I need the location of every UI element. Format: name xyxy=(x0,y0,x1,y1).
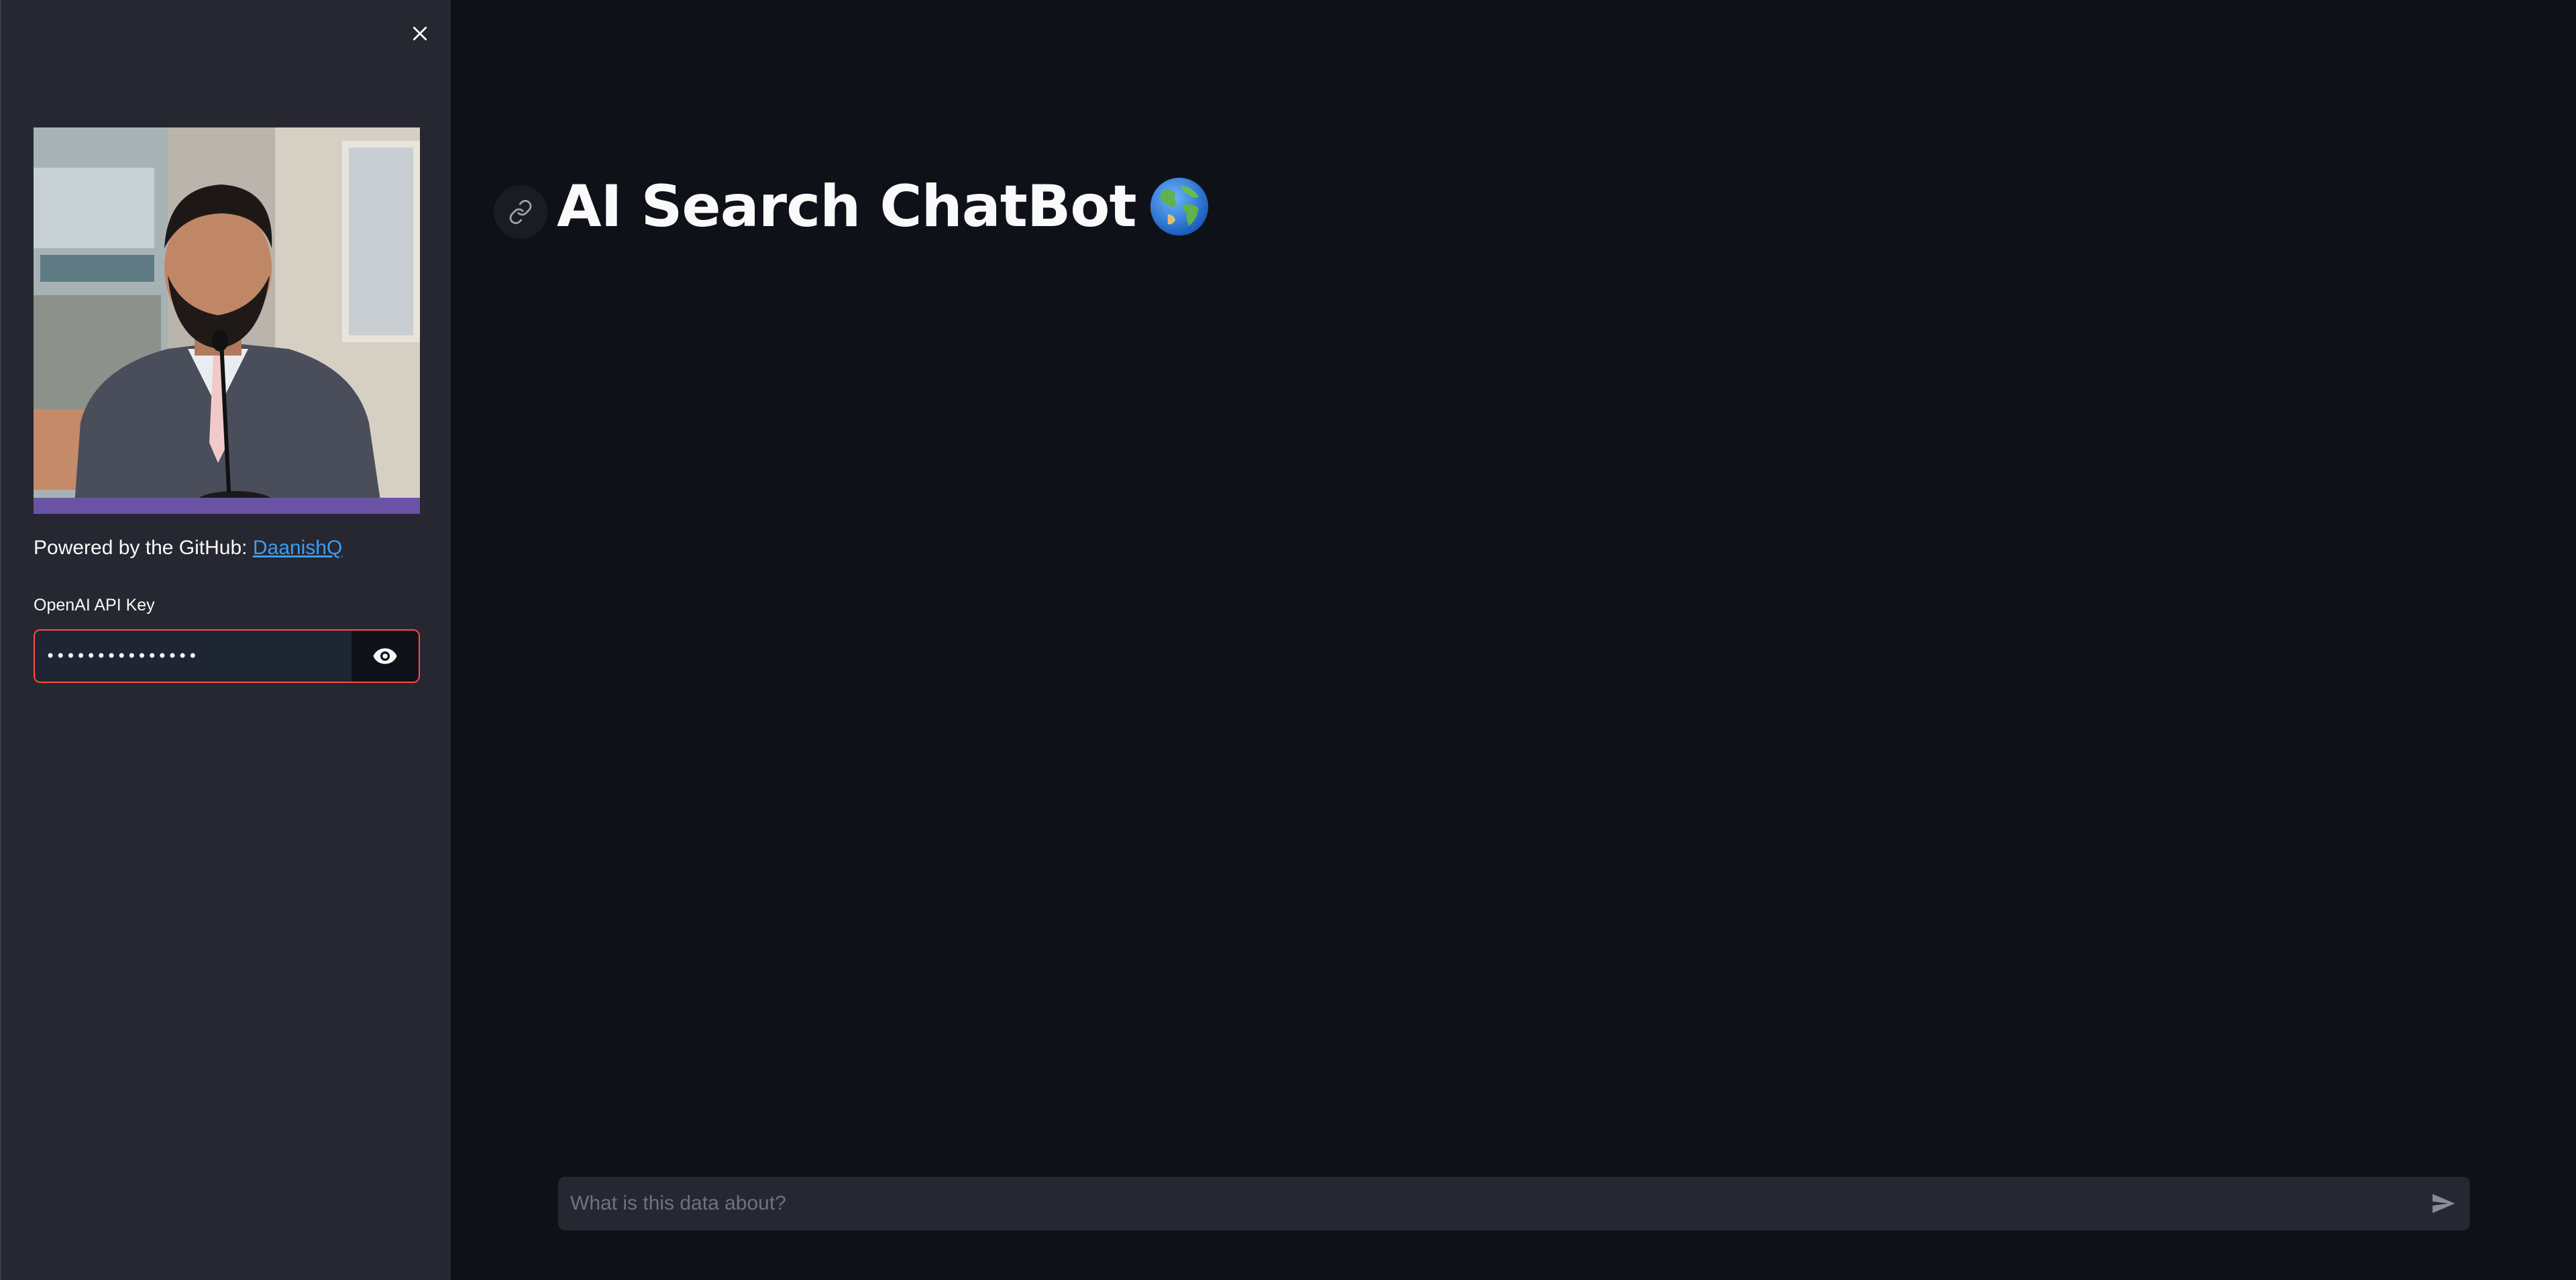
send-button[interactable] xyxy=(2416,1177,2470,1230)
github-link[interactable]: DaanishQ xyxy=(253,537,342,559)
chat-input[interactable]: What is this data about? xyxy=(558,1177,2416,1230)
send-icon xyxy=(2432,1193,2455,1214)
profile-photo xyxy=(34,127,420,514)
api-key-field: ••••••••••••••• xyxy=(34,629,420,683)
portrait-image xyxy=(34,127,420,514)
page-title-text: AI Search ChatBot xyxy=(557,173,1137,240)
close-sidebar-button[interactable] xyxy=(404,17,436,50)
globe-emoji-icon xyxy=(1150,177,1208,236)
powered-by-text: Powered by the GitHub: DaanishQ xyxy=(34,537,342,559)
api-key-input[interactable]: ••••••••••••••• xyxy=(35,631,352,682)
sidebar: Powered by the GitHub: DaanishQ OpenAI A… xyxy=(0,0,451,1280)
close-icon xyxy=(413,26,427,41)
main-content: AI Search ChatBot What is this data abou… xyxy=(451,0,2576,1280)
chat-input-bar: What is this data about? xyxy=(558,1177,2470,1230)
page-title: AI Search ChatBot xyxy=(557,173,1210,240)
eye-icon xyxy=(373,648,397,664)
link-icon xyxy=(509,200,532,224)
show-password-button[interactable] xyxy=(352,631,419,682)
app-root: Powered by the GitHub: DaanishQ OpenAI A… xyxy=(0,0,2576,1280)
api-key-label: OpenAI API Key xyxy=(34,596,155,615)
powered-prefix: Powered by the GitHub: xyxy=(34,537,253,559)
heading-anchor-link[interactable] xyxy=(494,185,547,239)
